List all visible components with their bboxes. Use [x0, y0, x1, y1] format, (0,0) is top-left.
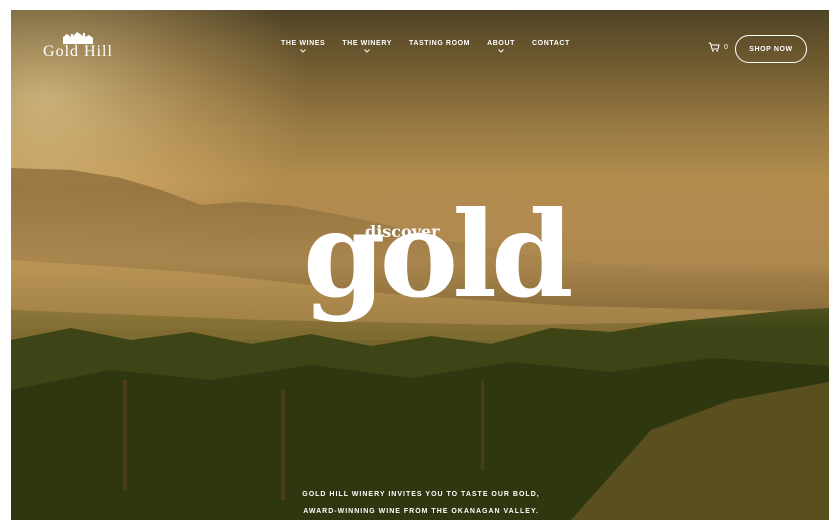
nav-item-label: CONTACT [532, 40, 570, 47]
brand-logo[interactable]: Gold Hill [33, 28, 123, 64]
chevron-down-icon [300, 49, 306, 53]
hero-headline: gold discover [303, 196, 574, 338]
chevron-down-icon [364, 49, 370, 53]
tagline-line-1: GOLD HILL WINERY INVITES YOU TO TASTE OU… [302, 491, 540, 498]
nav-item-about[interactable]: ABOUT [487, 40, 515, 60]
top-navigation-bar: Gold Hill THE WINES THE WINERY TASTING R… [11, 10, 829, 100]
shop-now-label: SHOP NOW [749, 45, 793, 53]
fence-post [481, 380, 484, 470]
brand-name: Gold Hill [43, 43, 113, 60]
shop-now-button[interactable]: SHOP NOW [735, 35, 807, 63]
nav-item-label: TASTING ROOM [408, 40, 471, 47]
tagline-line-2: AWARD-WINNING WINE FROM THE OKANAGAN VAL… [303, 508, 539, 515]
fence-post [123, 380, 127, 490]
hero-headline-small: discover [365, 222, 440, 241]
nav-item-label: THE WINERY [342, 40, 392, 47]
cart-button[interactable]: 0 [708, 42, 728, 52]
nav-item-contact[interactable]: CONTACT [532, 40, 570, 60]
chevron-down-icon [498, 49, 504, 53]
main-nav: THE WINES THE WINERY TASTING ROOM ABOUT … [281, 40, 587, 60]
nav-item-label: ABOUT [487, 40, 515, 47]
nav-item-label: THE WINES [281, 40, 326, 47]
cart-icon [708, 42, 720, 52]
cart-count: 0 [724, 43, 728, 51]
hero-background: Gold Hill THE WINES THE WINERY TASTING R… [11, 10, 829, 520]
hero-tagline: GOLD HILL WINERY INVITES YOU TO TASTE OU… [241, 486, 601, 520]
nav-item-the-winery[interactable]: THE WINERY [342, 40, 392, 60]
winery-house-icon [63, 32, 93, 44]
fence-post [281, 390, 285, 500]
nav-item-tasting-room[interactable]: TASTING ROOM [409, 40, 470, 60]
hero-headline-big: gold [303, 185, 574, 324]
nav-item-the-wines[interactable]: THE WINES [281, 40, 325, 60]
